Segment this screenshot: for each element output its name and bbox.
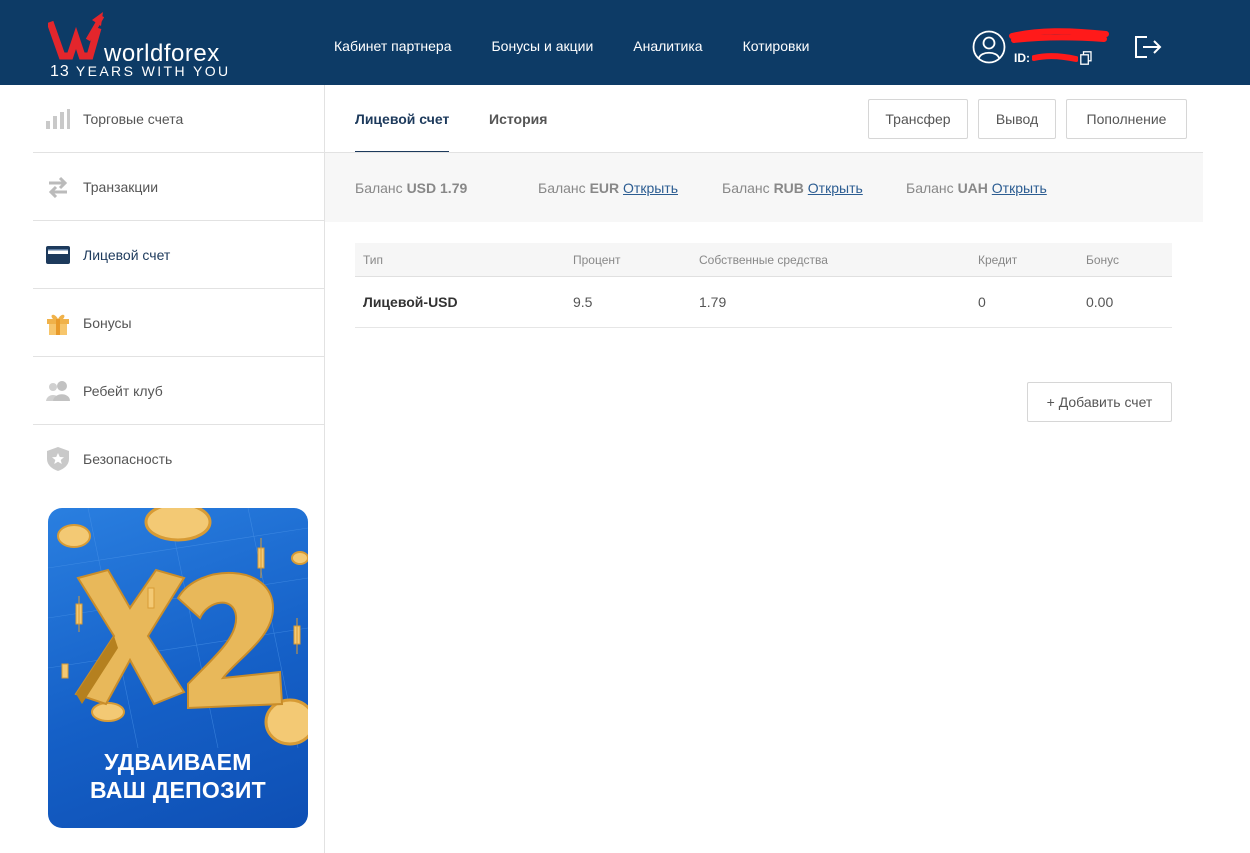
user-id-redacted <box>1032 53 1078 62</box>
column-header-percent: Процент <box>573 253 621 267</box>
cell-own-funds: 1.79 <box>699 294 727 310</box>
sidebar-item-label: Бонусы <box>83 314 132 331</box>
promo-line-1: УДВАИВАЕМ <box>104 749 252 775</box>
balance-label: Баланс <box>722 180 770 196</box>
promo-banner-double-deposit[interactable]: УДВАИВАЕМ ВАШ ДЕПОЗИТ <box>48 508 308 828</box>
nav-bonuses-promos[interactable]: Бонусы и акции <box>491 38 593 54</box>
sidebar-item-label: Транзакции <box>83 178 159 195</box>
top-header: worldforex 13 YEARS WITH YOU Кабинет пар… <box>0 0 1250 85</box>
transfer-button[interactable]: Трансфер <box>868 99 968 139</box>
nav-quotes[interactable]: Котировки <box>743 38 810 54</box>
withdraw-button[interactable]: Вывод <box>978 99 1056 139</box>
table-header: Тип Процент Собственные средства Кредит … <box>355 243 1172 277</box>
logo-years: 13 <box>50 63 70 80</box>
balance-eur: Баланс EUR Открыть <box>538 180 678 196</box>
sidebar-item-bonuses[interactable]: Бонусы <box>33 289 324 357</box>
balance-currency: USD <box>406 180 437 196</box>
tab-history[interactable]: История <box>489 85 547 153</box>
balance-rub: Баланс RUB Открыть <box>722 180 863 196</box>
cell-bonus: 0.00 <box>1086 294 1114 310</box>
main-nav: Кабинет партнера Бонусы и акции Аналитик… <box>334 38 809 54</box>
users-icon <box>45 378 71 404</box>
logo-tagline: 13 YEARS WITH YOU <box>50 63 231 81</box>
cell-percent: 9.5 <box>573 294 593 310</box>
column-header-credit: Кредит <box>978 253 1018 267</box>
column-header-own-funds: Собственные средства <box>699 253 828 267</box>
cell-type: Лицевой-USD <box>363 294 458 310</box>
logo-tagline-text: YEARS WITH YOU <box>75 63 231 79</box>
user-avatar-icon[interactable] <box>972 30 1006 64</box>
gift-icon <box>45 310 71 336</box>
sidebar-item-personal-account[interactable]: Лицевой счет <box>33 221 324 289</box>
balance-usd: Баланс USD 1.79 <box>355 180 467 196</box>
open-uah-link[interactable]: Открыть <box>992 180 1047 196</box>
sidebar-item-rebate-club[interactable]: Ребейт клуб <box>33 357 324 425</box>
sidebar-item-security[interactable]: Безопасность <box>33 425 324 493</box>
deposit-button[interactable]: Пополнение <box>1066 99 1187 139</box>
add-account-button[interactable]: + Добавить счет <box>1027 382 1172 422</box>
open-eur-link[interactable]: Открыть <box>623 180 678 196</box>
logo-w-arrow-icon <box>48 12 104 60</box>
sidebar-item-label: Безопасность <box>83 451 173 467</box>
promo-line-2: ВАШ ДЕПОЗИТ <box>89 777 266 803</box>
sidebar-item-trading-accounts[interactable]: Торговые счета <box>33 85 324 153</box>
balance-value: 1.79 <box>440 180 468 196</box>
arrows-exchange-icon <box>45 174 71 200</box>
column-header-bonus: Бонус <box>1086 253 1120 267</box>
cell-credit: 0 <box>978 294 986 310</box>
balance-label: Баланс <box>538 180 586 196</box>
sidebar-item-transactions[interactable]: Транзакции <box>33 153 324 221</box>
table-row[interactable]: Лицевой-USD 9.5 1.79 0 0.00 <box>355 277 1172 328</box>
tab-personal-account[interactable]: Лицевой счет <box>355 85 450 153</box>
shield-icon <box>45 446 71 472</box>
wallet-icon <box>45 242 71 268</box>
nav-analytics[interactable]: Аналитика <box>633 38 702 54</box>
column-header-type: Тип <box>363 253 384 267</box>
balance-label: Баланс <box>355 180 403 196</box>
balance-currency: EUR <box>589 180 620 196</box>
balance-bar: Баланс USD 1.79 Баланс EUR Открыть Балан… <box>325 153 1203 222</box>
worldforex-logo[interactable]: worldforex 13 YEARS WITH YOU <box>48 8 248 82</box>
user-id-label: ID: <box>1014 51 1030 65</box>
accounts-table: Тип Процент Собственные средства Кредит … <box>355 243 1172 328</box>
sidebar-item-label: Лицевой счет <box>83 246 171 263</box>
copy-icon[interactable] <box>1080 51 1092 65</box>
balance-currency: RUB <box>773 180 804 196</box>
logout-icon[interactable] <box>1133 34 1163 60</box>
sidebar-item-label: Ребейт клуб <box>83 382 163 399</box>
balance-currency: UAH <box>957 180 988 196</box>
nav-partner-cabinet[interactable]: Кабинет партнера <box>334 38 451 54</box>
balance-uah: Баланс UAH Открыть <box>906 180 1047 196</box>
bar-chart-icon <box>45 106 71 132</box>
promo-text: УДВАИВАЕМ ВАШ ДЕПОЗИТ <box>48 748 308 804</box>
open-rub-link[interactable]: Открыть <box>808 180 863 196</box>
sidebar-item-label: Торговые счета <box>83 110 184 127</box>
user-name-redacted <box>1009 28 1109 43</box>
balance-label: Баланс <box>906 180 954 196</box>
promo-illustration <box>48 508 308 748</box>
